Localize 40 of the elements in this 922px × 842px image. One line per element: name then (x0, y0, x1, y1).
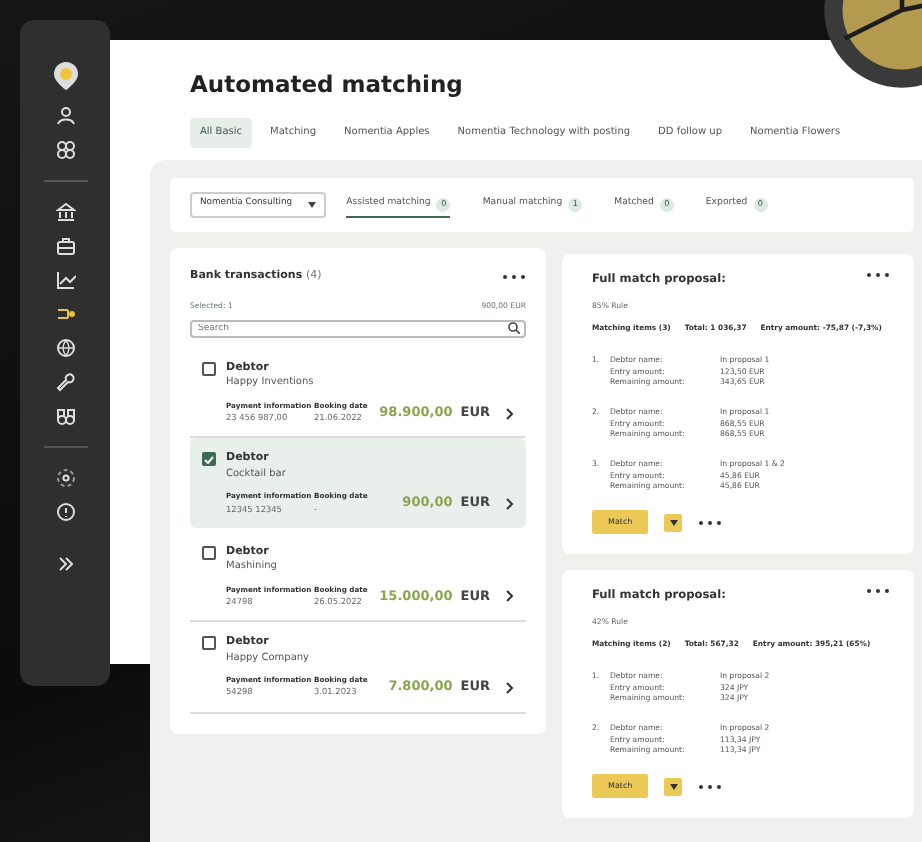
sidebar-item[interactable] (55, 106, 75, 126)
dropdown-button[interactable] (664, 513, 683, 532)
checkbox[interactable] (202, 361, 216, 376)
location-pin-icon (51, 60, 79, 92)
info-icon (55, 502, 75, 522)
chevron-right-icon[interactable] (506, 590, 514, 603)
checkbox[interactable] (202, 636, 216, 651)
dropdown-button[interactable] (664, 777, 683, 796)
sidebar-item[interactable] (55, 468, 75, 488)
more-icon[interactable] (866, 272, 890, 278)
bank-icon (55, 202, 75, 222)
caret-icon (308, 201, 317, 208)
flow-icon (55, 304, 75, 324)
checkbox[interactable] (202, 545, 216, 560)
expand-icon[interactable] (57, 556, 73, 572)
caret-icon (669, 783, 678, 790)
more-icon[interactable] (866, 588, 890, 595)
check-icon (204, 455, 214, 464)
chevron-right-icon[interactable] (506, 497, 514, 510)
more-icon[interactable] (502, 273, 526, 280)
wrench-icon (55, 372, 75, 392)
sidebar-item[interactable] (55, 140, 75, 160)
more-icon[interactable] (698, 519, 723, 526)
person-icon (55, 106, 75, 126)
binoculars-icon (55, 406, 75, 426)
caret-icon (669, 519, 678, 526)
chevron-right-icon[interactable] (506, 681, 514, 694)
sidebar-item[interactable] (55, 236, 75, 256)
sidebar-item[interactable] (55, 304, 75, 324)
settings-icon (55, 468, 75, 488)
chart-icon (55, 270, 75, 290)
more-icon[interactable] (698, 783, 723, 790)
chevron-right-icon[interactable] (506, 407, 514, 420)
search-icon (508, 322, 520, 335)
checkbox[interactable] (202, 452, 216, 467)
sidebar-item[interactable] (55, 406, 75, 426)
grid-icon (55, 140, 75, 160)
briefcase-icon (55, 236, 75, 256)
page-title: Automated matching (190, 72, 465, 100)
globe-icon (55, 338, 75, 358)
